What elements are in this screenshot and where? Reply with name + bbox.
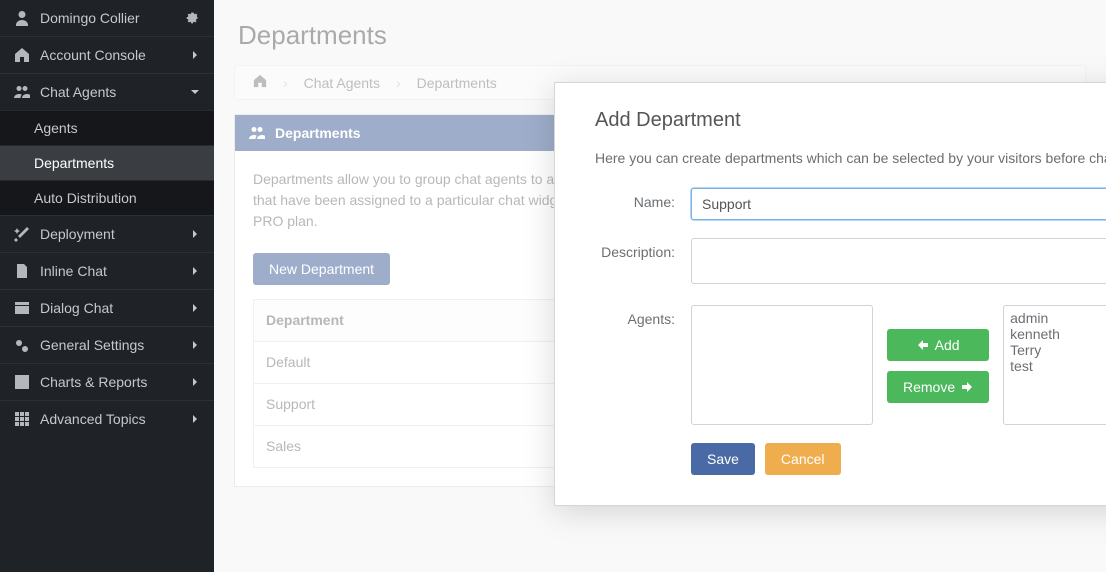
sidebar-label: Charts & Reports [40, 374, 147, 390]
label-agents: Agents: [595, 305, 691, 327]
sidebar-label: Deployment [40, 226, 115, 242]
arrow-left-icon [917, 339, 929, 351]
remove-btn-label: Remove [903, 379, 955, 395]
users-icon [14, 84, 30, 100]
home-icon [14, 47, 30, 63]
sidebar-item-dialog-chat[interactable]: Dialog Chat [0, 289, 214, 326]
remove-agent-button[interactable]: Remove [887, 371, 989, 403]
sidebar: Domingo Collier Account Console Chat Age… [0, 0, 214, 572]
sidebar-label: Advanced Topics [40, 411, 146, 427]
selected-agents-list[interactable] [691, 305, 873, 425]
chevron-right-icon [190, 300, 200, 316]
add-department-modal: X Add Department Here you can create dep… [554, 82, 1106, 506]
sidebar-subitem-departments[interactable]: Departments [0, 145, 214, 180]
add-agent-button[interactable]: Add [887, 329, 989, 361]
doc-icon [14, 263, 30, 279]
sidebar-subitem-auto-distribution[interactable]: Auto Distribution [0, 180, 214, 215]
label-name: Name: [595, 188, 691, 210]
gear-icon[interactable] [184, 10, 200, 26]
user-icon [14, 10, 30, 26]
sidebar-item-inline-chat[interactable]: Inline Chat [0, 252, 214, 289]
chevron-right-icon [190, 47, 200, 63]
list-item[interactable]: admin [1010, 310, 1106, 326]
wand-icon [14, 226, 30, 242]
gears-icon [14, 337, 30, 353]
available-agents-list[interactable]: admin kenneth Terry test [1003, 305, 1106, 425]
modal-title: Add Department [595, 109, 1106, 132]
sidebar-label: Chat Agents [40, 84, 116, 100]
sidebar-item-advanced-topics[interactable]: Advanced Topics [0, 400, 214, 437]
sidebar-item-charts-reports[interactable]: Charts & Reports [0, 363, 214, 400]
chevron-down-icon [190, 84, 200, 100]
sidebar-label: Inline Chat [40, 263, 107, 279]
sidebar-subitem-agents[interactable]: Agents [0, 110, 214, 145]
main-content: Departments › Chat Agents › Departments … [214, 0, 1106, 572]
sidebar-item-account-console[interactable]: Account Console [0, 36, 214, 73]
grid-icon [14, 411, 30, 427]
sidebar-user-name: Domingo Collier [40, 10, 140, 26]
list-item[interactable]: Terry [1010, 342, 1106, 358]
name-input[interactable] [691, 188, 1106, 220]
window-icon [14, 300, 30, 316]
sidebar-item-deployment[interactable]: Deployment [0, 215, 214, 252]
sidebar-item-general-settings[interactable]: General Settings [0, 326, 214, 363]
sidebar-label: General Settings [40, 337, 144, 353]
list-item[interactable]: kenneth [1010, 326, 1106, 342]
add-btn-label: Add [935, 337, 960, 353]
modal-intro: Here you can create departments which ca… [595, 150, 1106, 166]
label-description: Description: [595, 238, 691, 260]
chevron-right-icon [190, 374, 200, 390]
sidebar-submenu-chat-agents: Agents Departments Auto Distribution [0, 110, 214, 215]
chevron-right-icon [190, 263, 200, 279]
save-button[interactable]: Save [691, 443, 755, 475]
chevron-right-icon [190, 226, 200, 242]
description-input[interactable] [691, 238, 1106, 284]
arrow-right-icon [961, 381, 973, 393]
sidebar-label: Dialog Chat [40, 300, 113, 316]
cancel-button[interactable]: Cancel [765, 443, 841, 475]
sidebar-user-row[interactable]: Domingo Collier [0, 0, 214, 36]
chart-icon [14, 374, 30, 390]
sidebar-label: Account Console [40, 47, 146, 63]
list-item[interactable]: test [1010, 358, 1106, 374]
chevron-right-icon [190, 337, 200, 353]
sidebar-item-chat-agents[interactable]: Chat Agents [0, 73, 214, 110]
chevron-right-icon [190, 411, 200, 427]
